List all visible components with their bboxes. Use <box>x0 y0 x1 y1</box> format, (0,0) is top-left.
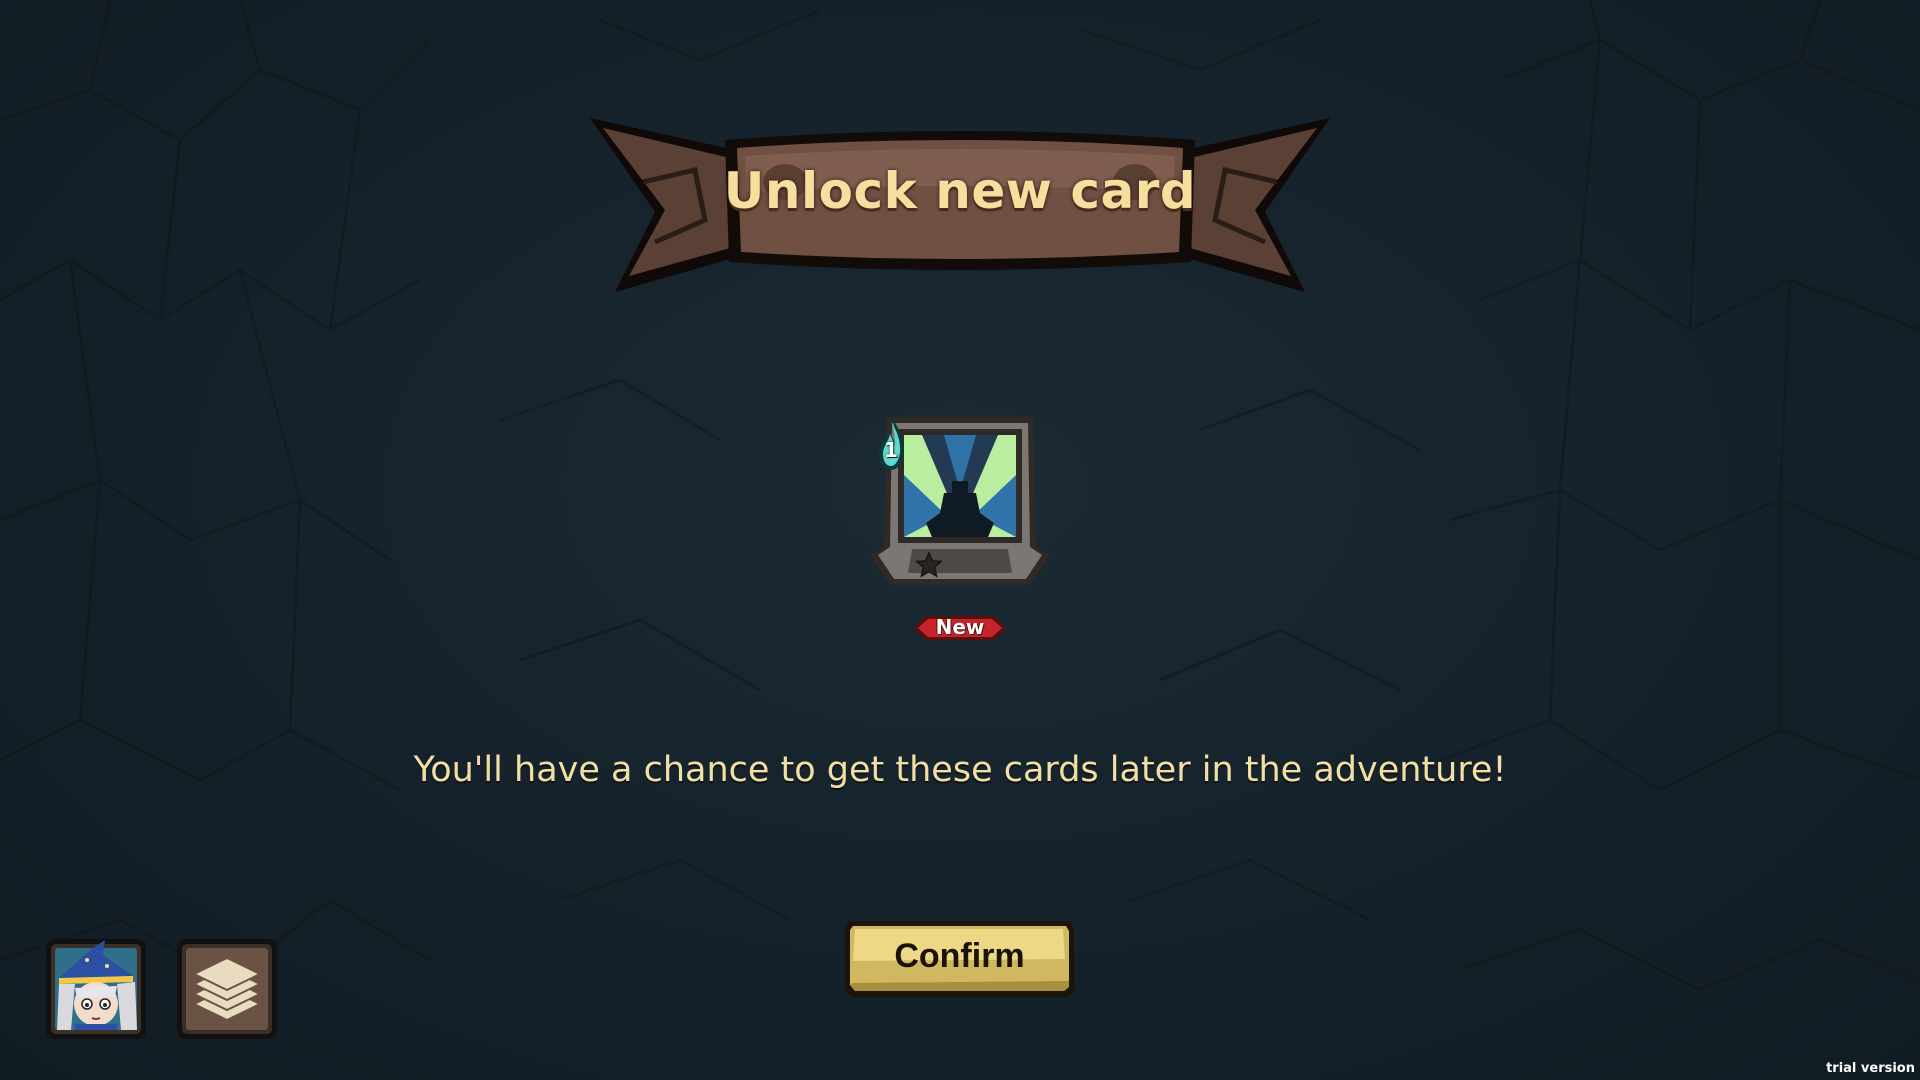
card-cost-value: 1 <box>884 438 898 462</box>
title-banner: Unlock new card <box>585 112 1335 302</box>
confirm-button-label: Confirm <box>894 937 1025 975</box>
card-stack-icon <box>177 939 277 1039</box>
trial-version-watermark: trial version <box>1826 1061 1915 1076</box>
confirm-button[interactable]: Confirm <box>843 919 1076 999</box>
star-rating <box>916 552 1008 578</box>
info-message: You'll have a chance to get these cards … <box>413 750 1507 790</box>
new-badge-label: New <box>935 615 985 639</box>
game-screen: Unlock new card 1 New You'll have a chan… <box>0 0 1920 1080</box>
deck-button[interactable] <box>176 938 278 1040</box>
unlocked-card[interactable]: 1 <box>864 395 1056 595</box>
page-title: Unlock new card <box>723 162 1197 220</box>
wizard-portrait-icon <box>46 939 146 1039</box>
new-badge: New <box>912 610 1008 646</box>
star-empty-icon <box>916 552 942 578</box>
card-cost-gem: 1 <box>877 416 907 472</box>
lightning-figure-icon <box>904 435 1016 537</box>
hero-portrait-button[interactable] <box>45 938 147 1040</box>
